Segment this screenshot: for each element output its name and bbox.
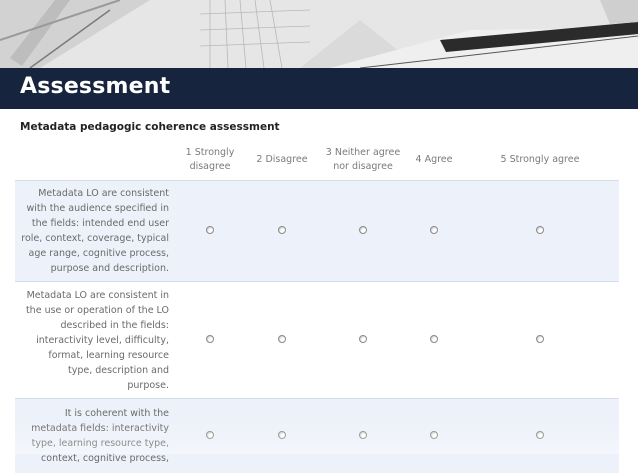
radio-disagree[interactable] [278,431,286,439]
scale-header-1: 1 Stronglydisagree [175,140,245,181]
radio-agree[interactable] [430,226,438,234]
radio-strongly-disagree[interactable] [206,226,214,234]
radio-agree[interactable] [430,335,438,343]
question-row: Metadata LO are consistent in the use or… [15,282,619,399]
radio-disagree[interactable] [278,335,286,343]
scale-header-2: 2 Disagree [245,140,319,181]
radio-agree[interactable] [430,431,438,439]
scale-header-5: 5 Strongly agree [461,140,619,181]
question-text: Metadata LO are consistent with the audi… [15,181,175,282]
scale-header-row: 1 Stronglydisagree 2 Disagree 3 Neither … [15,140,619,181]
scale-header-4: 4 Agree [407,140,461,181]
radio-strongly-agree[interactable] [536,335,544,343]
radio-strongly-agree[interactable] [536,226,544,234]
radio-disagree[interactable] [278,226,286,234]
radio-strongly-agree[interactable] [536,431,544,439]
section-title: Metadata pedagogic coherence assessment [20,121,280,133]
question-header [15,140,175,181]
header-banner-image [0,0,638,68]
radio-strongly-disagree[interactable] [206,431,214,439]
radio-neither[interactable] [359,431,367,439]
question-row: It is coherent with the metadata fields:… [15,399,619,473]
pencil-drafting-illustration [0,0,638,68]
scale-header-3: 3 Neither agreenor disagree [319,140,407,181]
page-title-bar: Assessment [0,68,638,109]
assessment-table: 1 Stronglydisagree 2 Disagree 3 Neither … [15,140,619,473]
question-text: It is coherent with the metadata fields:… [15,399,175,473]
question-row: Metadata LO are consistent with the audi… [15,181,619,282]
radio-neither[interactable] [359,335,367,343]
radio-strongly-disagree[interactable] [206,335,214,343]
page-title: Assessment [20,74,170,99]
question-text: Metadata LO are consistent in the use or… [15,282,175,399]
radio-neither[interactable] [359,226,367,234]
